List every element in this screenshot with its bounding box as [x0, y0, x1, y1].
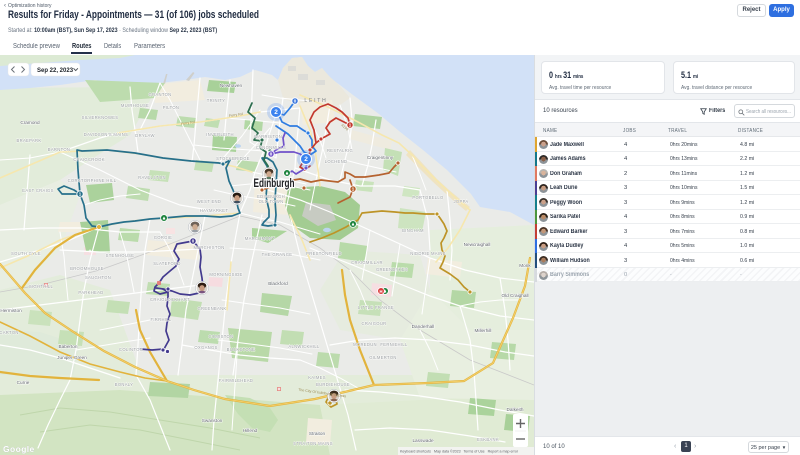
- svg-text:2: 2: [274, 109, 278, 116]
- svg-text:OLD TOWN: OLD TOWN: [259, 199, 284, 204]
- svg-text:PORTOBELLO: PORTOBELLO: [412, 195, 444, 200]
- svg-text:CRAIGMILLAR: CRAIGMILLAR: [351, 260, 383, 265]
- svg-text:ESKBANK: ESKBANK: [477, 437, 499, 442]
- svg-text:Monk: Monk: [519, 263, 531, 268]
- svg-text:INVERLEITH: INVERLEITH: [206, 132, 234, 137]
- svg-text:Newcraighall: Newcraighall: [464, 242, 491, 247]
- svg-text:LITTLE FRANCE: LITTLE FRANCE: [358, 305, 394, 310]
- svg-text:CRAIGOUR: CRAIGOUR: [362, 321, 387, 326]
- svg-text:Sep 22, 2023: Sep 22, 2023: [37, 68, 74, 74]
- svg-text:Juniper Green: Juniper Green: [57, 355, 87, 360]
- svg-text:THE GRANGE: THE GRANGE: [262, 252, 293, 257]
- svg-text:GILMERTON: GILMERTON: [369, 355, 396, 360]
- svg-text:FERNIEHILL: FERNIEHILL: [380, 342, 408, 347]
- svg-text:DAVIDSON'S MAINS: DAVIDSON'S MAINS: [84, 132, 128, 137]
- svg-text:WEST END: WEST END: [197, 199, 221, 204]
- svg-text:Blackford: Blackford: [268, 281, 288, 286]
- svg-text:MARCHMONT: MARCHMONT: [245, 236, 276, 241]
- svg-text:DRYLAW: DRYLAW: [135, 133, 154, 138]
- svg-text:GREENDYKES: GREENDYKES: [376, 267, 408, 272]
- svg-text:EAST CRAIGS: EAST CRAIGS: [22, 188, 53, 193]
- svg-text:H: H: [379, 289, 382, 294]
- svg-text:STOCKBRIDGE: STOCKBRIDGE: [216, 156, 250, 161]
- svg-text:Lasswade: Lasswade: [412, 438, 434, 443]
- svg-text:SIGHTHILL: SIGHTHILL: [29, 284, 54, 289]
- svg-text:Swanston: Swanston: [202, 418, 223, 423]
- svg-text:Cramond: Cramond: [20, 120, 40, 125]
- svg-text:RICCARTON: RICCARTON: [0, 330, 19, 335]
- svg-text:LEITH: LEITH: [304, 98, 327, 104]
- svg-text:BURDIEHOUSE: BURDIEHOUSE: [316, 382, 350, 387]
- svg-text:Dalkeith: Dalkeith: [507, 407, 524, 412]
- svg-text:Danderhall: Danderhall: [412, 324, 435, 329]
- svg-text:GREENBANK: GREENBANK: [198, 306, 227, 311]
- svg-text:Millerhill: Millerhill: [475, 328, 492, 333]
- svg-text:SILVERKNOWES: SILVERKNOWES: [82, 115, 119, 120]
- svg-text:BROOMHOUSE: BROOMHOUSE: [70, 266, 104, 271]
- svg-text:Craigentinny: Craigentinny: [367, 155, 394, 160]
- svg-text:BINGHAM: BINGHAM: [402, 228, 424, 233]
- svg-text:TRINITY: TRINITY: [207, 98, 225, 103]
- svg-text:STENHOUSE: STENHOUSE: [106, 253, 135, 258]
- svg-text:MERCHISTON: MERCHISTON: [193, 245, 224, 250]
- svg-text:CANONMILLS: CANONMILLS: [256, 145, 286, 150]
- svg-text:BUCKSTONE: BUCKSTONE: [227, 347, 256, 352]
- svg-text:Straiton: Straiton: [309, 431, 326, 436]
- svg-text:Edinburgh: Edinburgh: [254, 178, 295, 190]
- svg-text:WARRISTON: WARRISTON: [254, 134, 282, 139]
- svg-text:COMISTON: COMISTON: [209, 334, 234, 339]
- svg-text:STRAITON MAINS: STRAITON MAINS: [293, 441, 333, 446]
- svg-text:Baberton: Baberton: [58, 344, 77, 349]
- svg-text:CRAIGCROOK: CRAIGCROOK: [73, 157, 105, 162]
- svg-text:BARNTON: BARNTON: [48, 147, 71, 152]
- svg-text:SAUGHTON: SAUGHTON: [85, 275, 111, 280]
- svg-text:FIRRHILL: FIRRHILL: [150, 317, 171, 322]
- svg-text:Hermiston: Hermiston: [0, 308, 22, 313]
- svg-text:MOREDUN: MOREDUN: [353, 342, 377, 347]
- svg-text:PARKHEAD: PARKHEAD: [78, 290, 103, 295]
- svg-text:HAYMARKET: HAYMARKET: [200, 208, 229, 213]
- svg-text:CRAIGLOCKHART: CRAIGLOCKHART: [150, 297, 190, 302]
- svg-text:COLINTON: COLINTON: [119, 347, 143, 352]
- svg-text:MUIRHOUSE: MUIRHOUSE: [121, 103, 149, 108]
- svg-text:Hillend: Hillend: [243, 428, 258, 433]
- svg-text:ALNWICKHILL: ALNWICKHILL: [288, 344, 320, 349]
- svg-text:MORNINGSIDE: MORNINGSIDE: [209, 272, 242, 277]
- svg-text:CORSTORPHINE HILL: CORSTORPHINE HILL: [68, 178, 117, 183]
- svg-text:RAVELSTON: RAVELSTON: [138, 175, 166, 180]
- svg-text:SOUTH GYLE: SOUTH GYLE: [11, 251, 41, 256]
- svg-text:Newhaven: Newhaven: [220, 83, 243, 88]
- svg-text:BONALY: BONALY: [115, 382, 133, 387]
- svg-text:SLATEFORD: SLATEFORD: [153, 261, 181, 266]
- svg-text:JOPPA: JOPPA: [454, 199, 469, 204]
- svg-text:NIDDRIE MAINS: NIDDRIE MAINS: [410, 251, 446, 256]
- svg-text:Currie: Currie: [17, 380, 30, 385]
- svg-text:OXGANGS: OXGANGS: [194, 345, 217, 350]
- svg-text:2: 2: [304, 156, 308, 163]
- svg-text:BRAEPARK: BRAEPARK: [17, 138, 42, 143]
- svg-text:Keyboard shortcuts Map data: Keyboard shortcuts Map data ©2023 Terms …: [400, 450, 519, 454]
- svg-text:GORGIE: GORGIE: [154, 235, 173, 240]
- svg-text:Old Craighall: Old Craighall: [501, 293, 528, 298]
- svg-text:PRESTONFIELD: PRESTONFIELD: [306, 251, 342, 256]
- svg-text:FAIRMILEHEAD: FAIRMILEHEAD: [219, 378, 253, 383]
- svg-text:KAIMES: KAIMES: [308, 375, 326, 380]
- svg-text:LOCHEND: LOCHEND: [325, 159, 348, 164]
- svg-text:RESTALRIG: RESTALRIG: [327, 148, 353, 153]
- svg-text:PILTON: PILTON: [163, 105, 180, 110]
- svg-text:Google: Google: [3, 444, 35, 454]
- svg-text:GRANTON: GRANTON: [149, 92, 172, 97]
